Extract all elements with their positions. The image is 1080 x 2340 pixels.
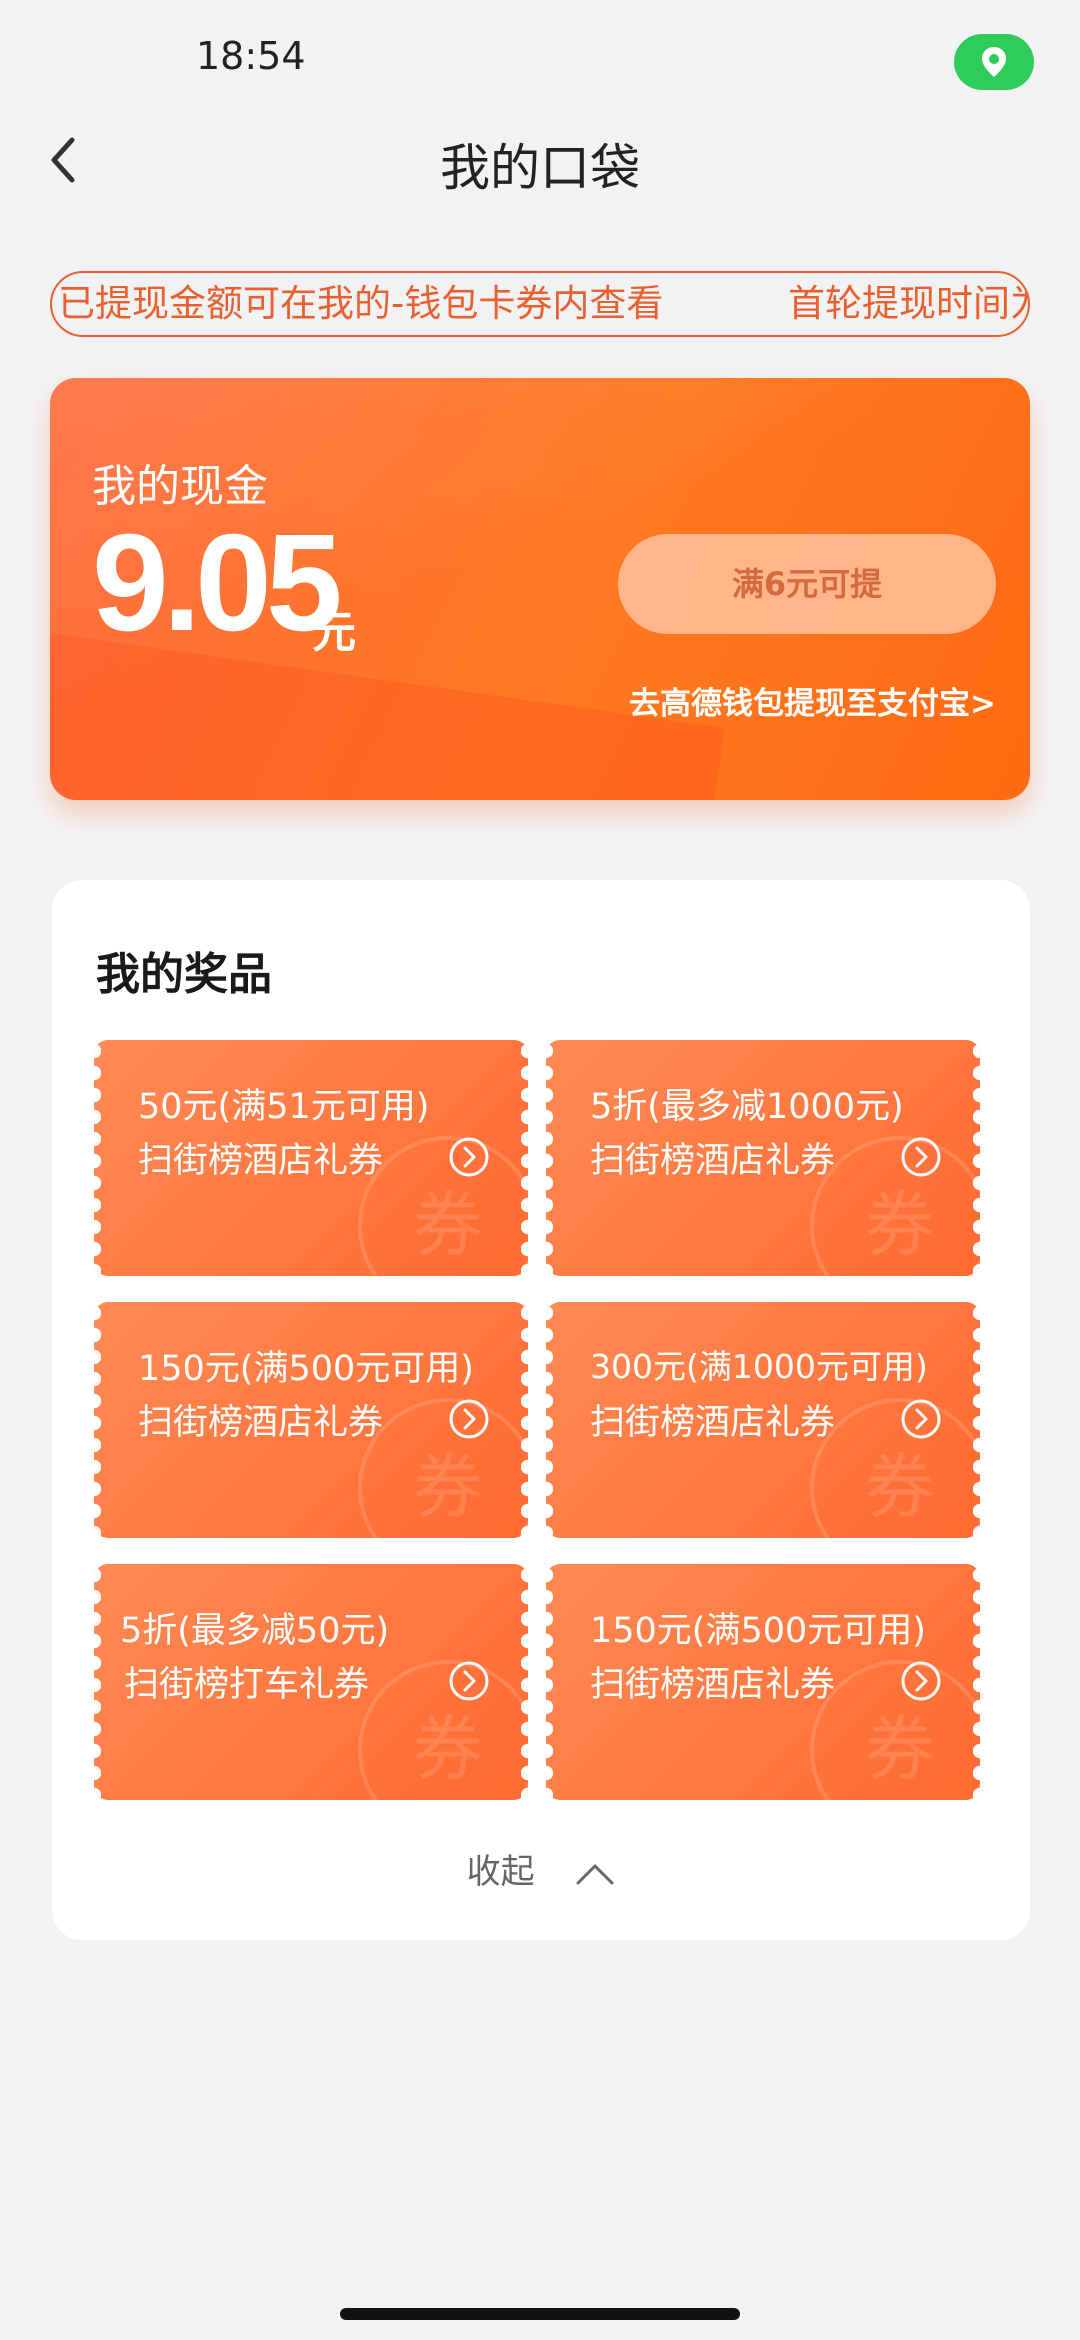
status-bar: 18:54 (0, 0, 1080, 120)
coupon-value: 50元(满51元可用) (138, 1087, 430, 1127)
coupon-card[interactable]: 券 5折(最多减50元) 扫街榜打车礼券 (94, 1564, 528, 1800)
chevron-right-circle-icon (901, 1137, 941, 1177)
collapse-label: 收起 (466, 1852, 535, 1892)
coupon-type: 扫街榜酒店礼券 (590, 1141, 836, 1181)
coupon-value: 150元(满500元可用) (138, 1349, 474, 1389)
coupon-value: 300元(满1000元可用) (590, 1347, 928, 1386)
coupon-value: 5折(最多减1000元) (590, 1087, 904, 1127)
coupon-watermark: 券 (358, 1136, 528, 1276)
chevron-right-circle-icon (449, 1137, 489, 1177)
coupon-card[interactable]: 券 50元(满51元可用) 扫街榜酒店礼券 (94, 1040, 528, 1276)
location-indicator (954, 34, 1034, 90)
coupon-card[interactable]: 券 150元(满500元可用) 扫街榜酒店礼券 (546, 1564, 980, 1800)
prizes-title: 我的奖品 (96, 949, 272, 1000)
coupon-card[interactable]: 券 150元(满500元可用) 扫街榜酒店礼券 (94, 1302, 528, 1538)
coupon-type: 扫街榜酒店礼券 (590, 1665, 836, 1705)
chevron-right-circle-icon (901, 1661, 941, 1701)
coupon-type: 扫街榜酒店礼券 (138, 1403, 384, 1443)
chevron-right-circle-icon (449, 1399, 489, 1439)
cash-card: 我的现金 9.05 元 满6元可提 去高德钱包提现至支付宝> (50, 378, 1030, 800)
coupon-type: 扫街榜酒店礼券 (590, 1403, 836, 1443)
marquee-text-2: 首轮提现时间为 (788, 282, 1030, 325)
alipay-withdraw-link[interactable]: 去高德钱包提现至支付宝> (629, 678, 996, 723)
nav-bar: 我的口袋 (0, 120, 1080, 200)
chevron-right-circle-icon (449, 1661, 489, 1701)
collapse-button[interactable]: 收起 (52, 1844, 1030, 1893)
chevron-up-icon (576, 1864, 614, 1884)
coupon-watermark: 券 (810, 1398, 980, 1538)
coupon-card[interactable]: 券 300元(满1000元可用) 扫街榜酒店礼券 (546, 1302, 980, 1538)
coupon-card[interactable]: 券 5折(最多减1000元) 扫街榜酒店礼券 (546, 1040, 980, 1276)
home-indicator[interactable] (340, 2308, 740, 2320)
coupon-watermark: 券 (358, 1398, 528, 1538)
location-pin-icon (982, 47, 1006, 77)
coupon-watermark: 券 (358, 1660, 528, 1800)
coupon-type: 扫街榜打车礼券 (124, 1665, 370, 1705)
coupon-watermark: 券 (810, 1660, 980, 1800)
withdraw-button[interactable]: 满6元可提 (618, 534, 996, 634)
coupon-watermark: 券 (810, 1136, 980, 1276)
page-title: 我的口袋 (440, 139, 640, 197)
coupon-value: 5折(最多减50元) (120, 1611, 390, 1651)
status-time: 18:54 (196, 34, 306, 78)
coupon-value: 150元(满500元可用) (590, 1611, 926, 1651)
chevron-right-circle-icon (901, 1399, 941, 1439)
marquee-text-1: 已提现金额可在我的-钱包卡券内查看 (58, 282, 664, 325)
notice-marquee: 已提现金额可在我的-钱包卡券内查看 首轮提现时间为 (50, 271, 1030, 337)
coupon-type: 扫街榜酒店礼券 (138, 1141, 384, 1181)
cash-amount: 9.05 (92, 506, 343, 660)
cash-unit: 元 (312, 607, 356, 658)
prizes-card: 我的奖品 券 50元(满51元可用) 扫街榜酒店礼券 券 5折(最多减1000元… (52, 880, 1030, 1940)
